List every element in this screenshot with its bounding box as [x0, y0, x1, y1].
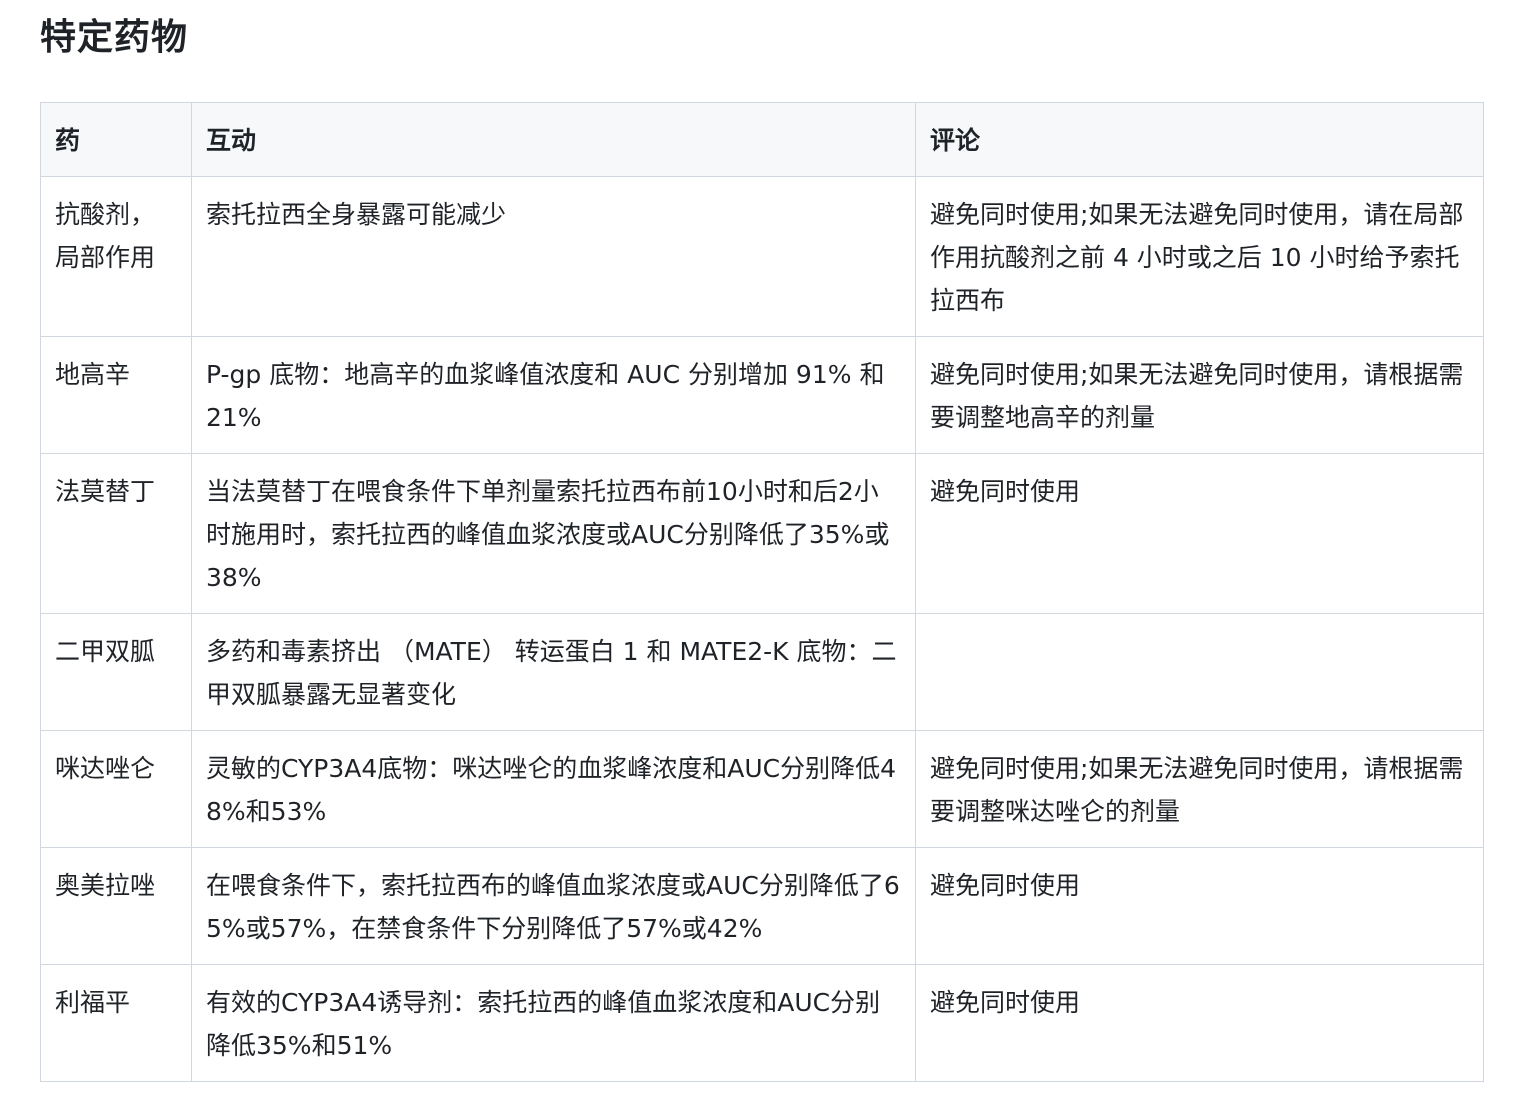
- comment-cell: 避免同时使用;如果无法避免同时使用，请在局部作用抗酸剂之前 4 小时或之后 10…: [915, 176, 1484, 337]
- header-drug: 药: [40, 102, 192, 177]
- comment-cell: 避免同时使用: [915, 453, 1484, 614]
- drug-cell: 法莫替丁: [40, 453, 192, 614]
- table-row: 法莫替丁 当法莫替丁在喂食条件下单剂量索托拉西布前10小时和后2小时施用时，索托…: [40, 453, 1484, 614]
- interaction-cell: 在喂食条件下，索托拉西布的峰值血浆浓度或AUC分别降低了65%或57%，在禁食条…: [191, 847, 916, 965]
- table-row: 咪达唑仑 灵敏的CYP3A4底物：咪达唑仑的血浆峰浓度和AUC分别降低48%和5…: [40, 730, 1484, 848]
- drug-cell: 二甲双胍: [40, 613, 192, 731]
- table-row: 地高辛 P-gp 底物：地高辛的血浆峰值浓度和 AUC 分别增加 91% 和 2…: [40, 336, 1484, 454]
- table-header-row: 药 互动 评论: [40, 102, 1484, 177]
- drug-cell: 奥美拉唑: [40, 847, 192, 965]
- interaction-cell: 有效的CYP3A4诱导剂：索托拉西的峰值血浆浓度和AUC分别降低35%和51%: [191, 964, 916, 1082]
- drug-cell: 利福平: [40, 964, 192, 1082]
- comment-cell: 避免同时使用;如果无法避免同时使用，请根据需要调整地高辛的剂量: [915, 336, 1484, 454]
- drug-cell: 咪达唑仑: [40, 730, 192, 848]
- table-row: 二甲双胍 多药和毒素挤出 （MATE） 转运蛋白 1 和 MATE2-K 底物：…: [40, 613, 1484, 731]
- table-row: 抗酸剂，局部作用 索托拉西全身暴露可能减少 避免同时使用;如果无法避免同时使用，…: [40, 176, 1484, 337]
- interaction-cell: 当法莫替丁在喂食条件下单剂量索托拉西布前10小时和后2小时施用时，索托拉西的峰值…: [191, 453, 916, 614]
- comment-cell: [915, 613, 1484, 731]
- interaction-cell: 多药和毒素挤出 （MATE） 转运蛋白 1 和 MATE2-K 底物：二甲双胍暴…: [191, 613, 916, 731]
- page-title: 特定药物: [40, 17, 189, 58]
- comment-cell: 避免同时使用: [915, 847, 1484, 965]
- table-row: 利福平 有效的CYP3A4诱导剂：索托拉西的峰值血浆浓度和AUC分别降低35%和…: [40, 964, 1484, 1082]
- header-interaction: 互动: [191, 102, 916, 177]
- comment-cell: 避免同时使用: [915, 964, 1484, 1082]
- drug-interaction-table: 药 互动 评论 抗酸剂，局部作用 索托拉西全身暴露可能减少 避免同时使用;如果无…: [40, 102, 1484, 1082]
- interaction-cell: P-gp 底物：地高辛的血浆峰值浓度和 AUC 分别增加 91% 和 21%: [191, 336, 916, 454]
- drug-cell: 抗酸剂，局部作用: [40, 176, 192, 337]
- interaction-cell: 索托拉西全身暴露可能减少: [191, 176, 916, 337]
- comment-cell: 避免同时使用;如果无法避免同时使用，请根据需要调整咪达唑仑的剂量: [915, 730, 1484, 848]
- interaction-cell: 灵敏的CYP3A4底物：咪达唑仑的血浆峰浓度和AUC分别降低48%和53%: [191, 730, 916, 848]
- table-row: 奥美拉唑 在喂食条件下，索托拉西布的峰值血浆浓度或AUC分别降低了65%或57%…: [40, 847, 1484, 965]
- drug-cell: 地高辛: [40, 336, 192, 454]
- page: 特定药物 药 互动 评论 抗酸剂，局部作用 索托拉西全身暴露可能减少 避免同时使…: [0, 0, 1523, 1104]
- header-comment: 评论: [915, 102, 1484, 177]
